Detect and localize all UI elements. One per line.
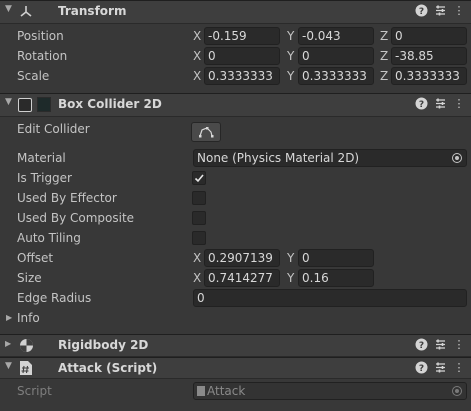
scale-x-field[interactable]: 0.3333333	[204, 67, 280, 85]
checkmark-icon	[194, 174, 204, 183]
axis-z-label: Z	[380, 49, 389, 63]
edge-radius-field[interactable]: 0	[193, 289, 467, 307]
component-title: Rigidbody 2D	[58, 338, 149, 352]
object-picker-icon[interactable]	[452, 153, 462, 163]
component-title: Box Collider 2D	[58, 97, 162, 111]
auto-tiling-label: Auto Tiling	[17, 231, 81, 245]
script-value: Attack	[207, 384, 246, 398]
rigidbody-icon	[18, 338, 34, 354]
used-by-effector-checkbox[interactable]	[192, 191, 206, 205]
offset-y-field[interactable]: 0	[298, 249, 374, 267]
edit-collider-button[interactable]	[191, 122, 221, 142]
rotation-label: Rotation	[17, 49, 68, 63]
axis-x-label: X	[193, 29, 202, 43]
object-picker-icon	[452, 386, 462, 396]
script-icon	[18, 360, 34, 376]
svg-text:?: ?	[418, 341, 423, 351]
svg-text:?: ?	[418, 7, 423, 17]
script-field: Attack	[193, 382, 467, 400]
preset-icon[interactable]	[433, 97, 447, 111]
more-options-icon[interactable]: ⋮	[452, 4, 466, 18]
script-file-icon	[197, 386, 205, 396]
rotation-z-field[interactable]: -38.85	[391, 47, 467, 65]
axis-y-label: Y	[287, 69, 295, 83]
axis-y-label: Y	[287, 49, 295, 63]
rotation-y-field[interactable]: 0	[298, 47, 374, 65]
size-label: Size	[17, 271, 42, 285]
axis-z-label: Z	[380, 69, 389, 83]
svg-text:?: ?	[418, 364, 423, 374]
material-field[interactable]: None (Physics Material 2D)	[193, 149, 467, 167]
offset-label: Offset	[17, 251, 54, 265]
is-trigger-checkbox[interactable]	[192, 171, 206, 185]
collapse-arrow-icon[interactable]: ▼	[5, 97, 12, 107]
edit-collider-icon	[199, 127, 214, 138]
offset-x-field[interactable]: 0.2907139	[204, 249, 280, 267]
box-collider-icon	[37, 97, 51, 112]
help-icon[interactable]: ?	[414, 361, 428, 375]
material-value: None (Physics Material 2D)	[197, 151, 360, 165]
axis-y-label: Y	[287, 251, 295, 265]
size-x-field[interactable]: 0.7414277	[204, 269, 280, 287]
transform-icon	[18, 3, 34, 19]
edit-collider-label: Edit Collider	[17, 122, 90, 136]
svg-text:?: ?	[418, 100, 423, 110]
help-icon[interactable]: ?	[414, 4, 428, 18]
position-y-field[interactable]: -0.043	[298, 27, 374, 45]
enable-checkbox[interactable]	[18, 98, 32, 112]
rigidbody-header[interactable]: ▶ Rigidbody 2D ? ⋮	[0, 334, 471, 357]
info-foldout-arrow-icon[interactable]: ▶	[6, 313, 12, 322]
more-options-icon[interactable]: ⋮	[452, 338, 466, 352]
position-label: Position	[17, 29, 64, 43]
transform-header[interactable]: ▼ Transform ? ⋮	[0, 0, 471, 24]
scale-z-field[interactable]: 0.3333333	[391, 67, 467, 85]
axis-x-label: X	[193, 69, 202, 83]
collapse-arrow-icon[interactable]: ▼	[5, 4, 12, 14]
more-options-icon[interactable]: ⋮	[452, 361, 466, 375]
axis-x-label: X	[193, 49, 202, 63]
scale-label: Scale	[17, 69, 50, 83]
axis-x-label: X	[193, 271, 202, 285]
axis-x-label: X	[193, 251, 202, 265]
more-options-icon[interactable]: ⋮	[452, 97, 466, 111]
component-title: Transform	[58, 4, 127, 18]
edge-radius-label: Edge Radius	[17, 291, 92, 305]
used-by-composite-label: Used By Composite	[17, 211, 135, 225]
component-title: Attack (Script)	[58, 361, 158, 375]
axis-y-label: Y	[287, 271, 295, 285]
rotation-x-field[interactable]: 0	[204, 47, 280, 65]
scale-y-field[interactable]: 0.3333333	[298, 67, 374, 85]
material-label: Material	[17, 151, 66, 165]
used-by-effector-label: Used By Effector	[17, 191, 117, 205]
preset-icon[interactable]	[433, 338, 447, 352]
help-icon[interactable]: ?	[414, 338, 428, 352]
info-foldout-label[interactable]: Info	[17, 311, 40, 325]
size-y-field[interactable]: 0.16	[298, 269, 374, 287]
help-icon[interactable]: ?	[414, 97, 428, 111]
position-x-field[interactable]: -0.159	[204, 27, 280, 45]
preset-icon[interactable]	[433, 4, 447, 18]
expand-arrow-icon[interactable]: ▶	[5, 339, 11, 348]
position-z-field[interactable]: 0	[391, 27, 467, 45]
preset-icon[interactable]	[433, 361, 447, 375]
used-by-composite-checkbox[interactable]	[192, 211, 206, 225]
is-trigger-label: Is Trigger	[17, 171, 72, 185]
axis-y-label: Y	[287, 29, 295, 43]
script-label: Script	[17, 384, 52, 398]
box-collider-header[interactable]: ▼ Box Collider 2D ? ⋮	[0, 93, 471, 117]
attack-script-header[interactable]: ▼ Attack (Script) ? ⋮	[0, 357, 471, 379]
collapse-arrow-icon[interactable]: ▼	[5, 361, 12, 371]
auto-tiling-checkbox[interactable]	[192, 231, 206, 245]
axis-z-label: Z	[380, 29, 389, 43]
